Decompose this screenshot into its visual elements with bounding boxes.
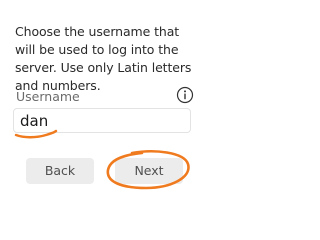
back-button[interactable]: Back bbox=[26, 158, 94, 184]
setup-username-panel: Choose the username that will be used to… bbox=[0, 0, 209, 209]
next-button[interactable]: Next bbox=[115, 158, 183, 184]
instructions-text: Choose the username that will be used to… bbox=[15, 24, 192, 93]
username-input[interactable] bbox=[13, 108, 191, 133]
info-icon[interactable] bbox=[176, 86, 194, 104]
username-label: Username bbox=[16, 89, 80, 104]
